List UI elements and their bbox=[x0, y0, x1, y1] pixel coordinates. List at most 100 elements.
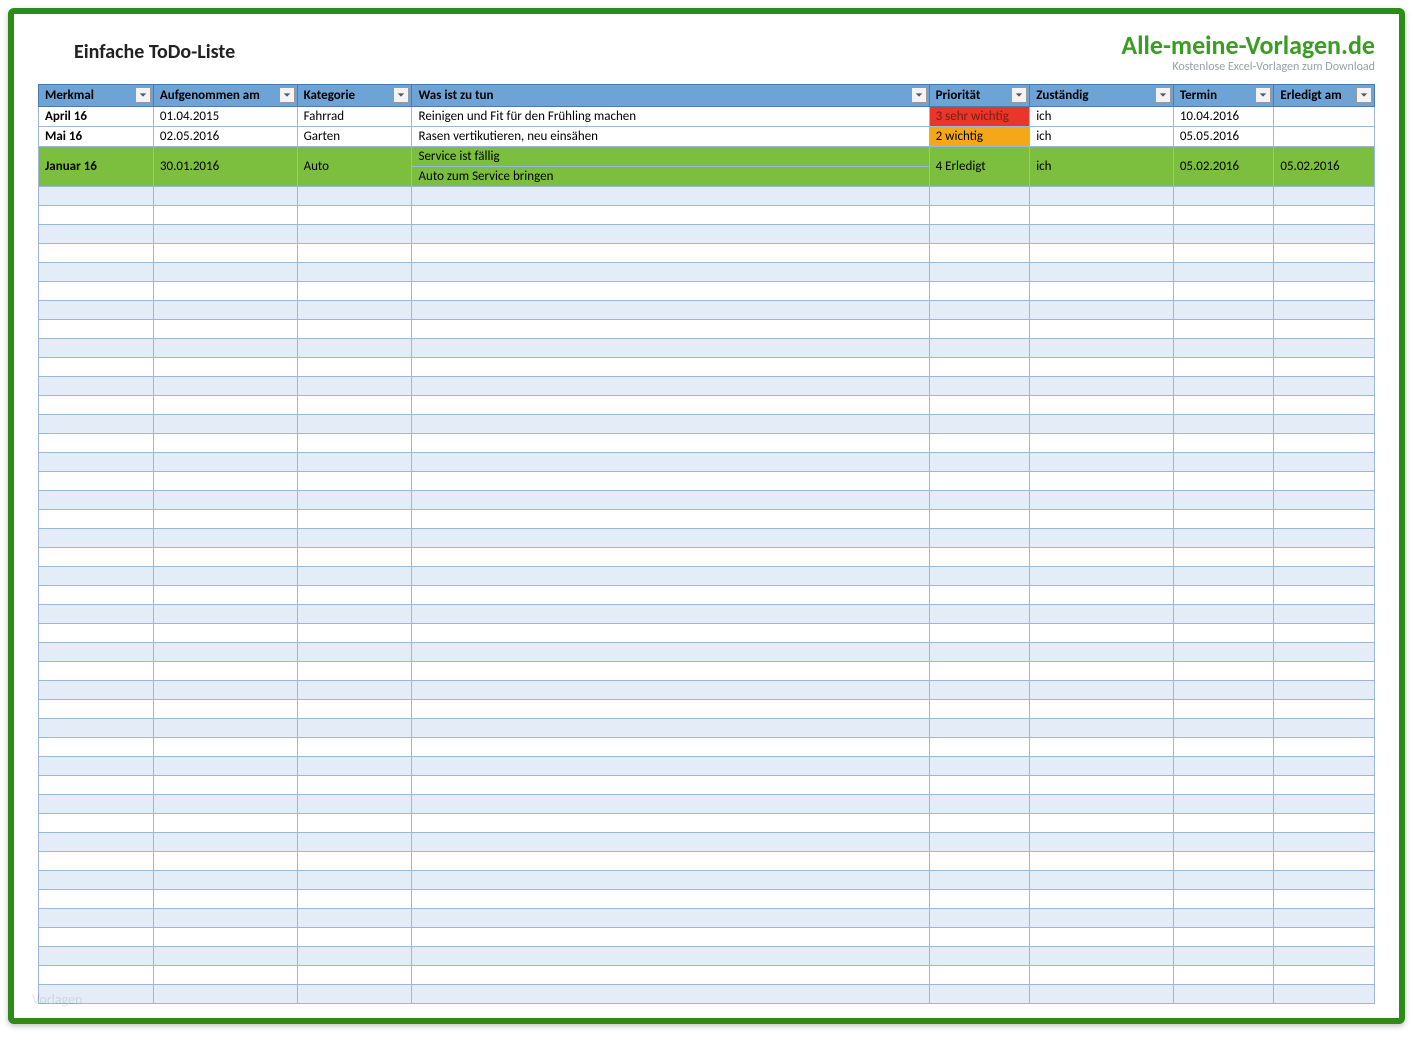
cell-empty[interactable] bbox=[39, 776, 154, 795]
cell-empty[interactable] bbox=[1173, 795, 1274, 814]
cell-empty[interactable] bbox=[1030, 206, 1174, 225]
cell-empty[interactable] bbox=[1030, 472, 1174, 491]
cell-empty[interactable] bbox=[929, 719, 1030, 738]
cell-empty[interactable] bbox=[412, 814, 929, 833]
cell-empty[interactable] bbox=[1173, 358, 1274, 377]
cell-empty[interactable] bbox=[1173, 301, 1274, 320]
cell-empty[interactable] bbox=[1173, 890, 1274, 909]
cell-empty[interactable] bbox=[153, 282, 297, 301]
cell-empty[interactable] bbox=[1274, 187, 1375, 206]
cell-empty[interactable] bbox=[1173, 776, 1274, 795]
filter-dropdown-icon[interactable] bbox=[135, 87, 151, 103]
table-row-empty[interactable] bbox=[39, 909, 1375, 928]
cell-empty[interactable] bbox=[1274, 206, 1375, 225]
cell-empty[interactable] bbox=[1030, 415, 1174, 434]
cell-empty[interactable] bbox=[1030, 814, 1174, 833]
table-row-empty[interactable] bbox=[39, 510, 1375, 529]
cell-empty[interactable] bbox=[39, 263, 154, 282]
cell-empty[interactable] bbox=[412, 966, 929, 985]
cell-empty[interactable] bbox=[39, 510, 154, 529]
cell-empty[interactable] bbox=[153, 871, 297, 890]
cell-empty[interactable] bbox=[153, 491, 297, 510]
cell-empty[interactable] bbox=[153, 396, 297, 415]
cell-empty[interactable] bbox=[1173, 662, 1274, 681]
cell-empty[interactable] bbox=[39, 529, 154, 548]
cell-empty[interactable] bbox=[1274, 985, 1375, 1004]
cell[interactable] bbox=[1274, 127, 1375, 147]
cell[interactable]: 01.04.2015 bbox=[153, 107, 297, 127]
cell-empty[interactable] bbox=[929, 814, 1030, 833]
cell-empty[interactable] bbox=[1173, 567, 1274, 586]
cell-empty[interactable] bbox=[153, 453, 297, 472]
cell-empty[interactable] bbox=[929, 643, 1030, 662]
cell-empty[interactable] bbox=[412, 472, 929, 491]
priority-cell[interactable]: 4 Erledigt bbox=[929, 147, 1030, 187]
cell[interactable]: 02.05.2016 bbox=[153, 127, 297, 147]
cell-empty[interactable] bbox=[412, 795, 929, 814]
cell-empty[interactable] bbox=[39, 225, 154, 244]
cell-empty[interactable] bbox=[1173, 738, 1274, 757]
cell[interactable]: 05.02.2016 bbox=[1274, 147, 1375, 187]
cell-empty[interactable] bbox=[412, 719, 929, 738]
table-row-empty[interactable] bbox=[39, 548, 1375, 567]
cell-empty[interactable] bbox=[1030, 928, 1174, 947]
cell-empty[interactable] bbox=[297, 681, 412, 700]
cell-empty[interactable] bbox=[153, 244, 297, 263]
cell-empty[interactable] bbox=[153, 776, 297, 795]
cell-empty[interactable] bbox=[412, 852, 929, 871]
filter-dropdown-icon[interactable] bbox=[1011, 87, 1027, 103]
table-row-empty[interactable] bbox=[39, 757, 1375, 776]
cell-empty[interactable] bbox=[39, 320, 154, 339]
cell-empty[interactable] bbox=[1274, 339, 1375, 358]
cell-empty[interactable] bbox=[1173, 377, 1274, 396]
table-row-empty[interactable] bbox=[39, 795, 1375, 814]
cell-empty[interactable] bbox=[1274, 776, 1375, 795]
cell-empty[interactable] bbox=[412, 453, 929, 472]
table-row-empty[interactable] bbox=[39, 472, 1375, 491]
cell-empty[interactable] bbox=[39, 339, 154, 358]
table-row-empty[interactable] bbox=[39, 947, 1375, 966]
cell-empty[interactable] bbox=[1274, 643, 1375, 662]
cell-empty[interactable] bbox=[39, 434, 154, 453]
table-row-empty[interactable] bbox=[39, 852, 1375, 871]
cell-empty[interactable] bbox=[412, 529, 929, 548]
cell-empty[interactable] bbox=[1030, 852, 1174, 871]
cell-empty[interactable] bbox=[412, 434, 929, 453]
cell-empty[interactable] bbox=[297, 985, 412, 1004]
cell-empty[interactable] bbox=[39, 643, 154, 662]
cell-empty[interactable] bbox=[412, 244, 929, 263]
cell-empty[interactable] bbox=[1173, 719, 1274, 738]
cell-empty[interactable] bbox=[1173, 472, 1274, 491]
cell-empty[interactable] bbox=[929, 776, 1030, 795]
cell-empty[interactable] bbox=[1274, 301, 1375, 320]
cell-empty[interactable] bbox=[1173, 757, 1274, 776]
cell-empty[interactable] bbox=[412, 757, 929, 776]
table-row-empty[interactable] bbox=[39, 567, 1375, 586]
table-row[interactable]: April 1601.04.2015FahrradReinigen und Fi… bbox=[39, 107, 1375, 127]
cell-empty[interactable] bbox=[153, 472, 297, 491]
cell-empty[interactable] bbox=[39, 966, 154, 985]
cell-empty[interactable] bbox=[153, 719, 297, 738]
cell-empty[interactable] bbox=[1173, 320, 1274, 339]
cell-empty[interactable] bbox=[153, 187, 297, 206]
cell-empty[interactable] bbox=[39, 928, 154, 947]
table-row-empty[interactable] bbox=[39, 662, 1375, 681]
cell-empty[interactable] bbox=[1030, 187, 1174, 206]
cell-empty[interactable] bbox=[297, 339, 412, 358]
table-row-empty[interactable] bbox=[39, 415, 1375, 434]
cell-empty[interactable] bbox=[1173, 548, 1274, 567]
cell-empty[interactable] bbox=[1173, 396, 1274, 415]
cell-empty[interactable] bbox=[153, 434, 297, 453]
table-row-empty[interactable] bbox=[39, 814, 1375, 833]
cell-empty[interactable] bbox=[929, 833, 1030, 852]
cell[interactable]: 05.02.2016 bbox=[1173, 147, 1274, 187]
cell-empty[interactable] bbox=[412, 985, 929, 1004]
cell-empty[interactable] bbox=[153, 415, 297, 434]
cell-empty[interactable] bbox=[39, 567, 154, 586]
table-row-empty[interactable] bbox=[39, 643, 1375, 662]
cell-empty[interactable] bbox=[297, 662, 412, 681]
cell-empty[interactable] bbox=[929, 206, 1030, 225]
cell-empty[interactable] bbox=[929, 339, 1030, 358]
cell-empty[interactable] bbox=[1274, 909, 1375, 928]
cell-empty[interactable] bbox=[1173, 244, 1274, 263]
